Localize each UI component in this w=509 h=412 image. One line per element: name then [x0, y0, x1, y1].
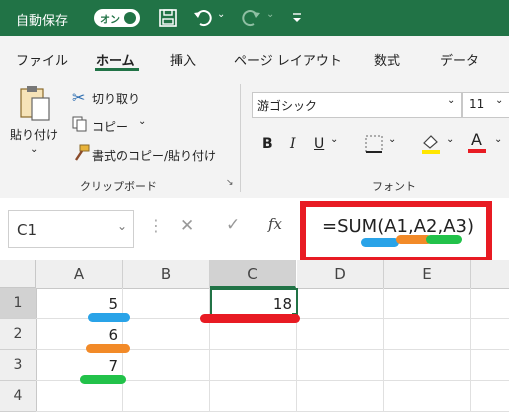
- grid-line: [470, 288, 471, 412]
- active-tab-indicator: [95, 68, 139, 71]
- tab-insert[interactable]: 挿入: [170, 50, 196, 69]
- a2-highlight-mark: [86, 344, 130, 353]
- redo-dropdown-icon[interactable]: ⌄: [266, 9, 274, 20]
- column-header-b[interactable]: B: [123, 260, 210, 289]
- grid-line: [383, 288, 384, 412]
- cell-c1[interactable]: 18: [212, 295, 292, 313]
- undo-icon[interactable]: [192, 7, 214, 29]
- formula-text: =SUM(A1,A2,A3): [322, 216, 474, 237]
- font-group-label: フォント: [372, 180, 416, 193]
- copy-dropdown-icon[interactable]: ⌄: [138, 116, 146, 127]
- tab-page-layout[interactable]: ページ レイアウト: [234, 50, 342, 69]
- format-painter-icon: [75, 144, 90, 161]
- clipboard-group-label: クリップボード: [80, 180, 157, 193]
- insert-function-icon[interactable]: fx: [268, 215, 282, 233]
- borders-dropdown-icon[interactable]: ⌄: [388, 134, 396, 145]
- name-box-value: C1: [17, 221, 38, 239]
- tab-file[interactable]: ファイル: [16, 50, 68, 69]
- row-header-2[interactable]: 2: [0, 319, 37, 350]
- font-color-icon: A: [471, 130, 482, 149]
- borders-icon[interactable]: [364, 134, 384, 154]
- cell-a3[interactable]: 7: [38, 357, 118, 375]
- save-icon[interactable]: [158, 8, 178, 28]
- tab-formulas[interactable]: 数式: [374, 50, 400, 69]
- cell-a1[interactable]: 5: [38, 295, 118, 313]
- font-color-dropdown-icon[interactable]: ⌄: [494, 134, 502, 145]
- bold-button[interactable]: B: [262, 136, 273, 152]
- underline-dropdown-icon[interactable]: ⌄: [330, 134, 338, 145]
- a1-reference-highlight: [361, 238, 399, 247]
- italic-button[interactable]: I: [290, 136, 296, 152]
- row-header-3[interactable]: 3: [0, 350, 37, 381]
- a1-highlight-mark: [88, 313, 130, 322]
- tab-home[interactable]: ホーム: [96, 50, 135, 69]
- enter-icon[interactable]: ✓: [226, 215, 240, 235]
- toggle-label: オン: [100, 15, 120, 26]
- group-divider: [240, 84, 241, 192]
- formula-input[interactable]: =SUM(A1,A2,A3): [300, 201, 492, 263]
- cancel-icon[interactable]: ✕: [180, 216, 194, 236]
- row-header-1[interactable]: 1: [0, 288, 37, 319]
- font-color-button[interactable]: A: [466, 130, 490, 154]
- a3-reference-highlight: [426, 235, 462, 244]
- a3-highlight-mark: [80, 375, 126, 384]
- chevron-down-icon: ⌄: [495, 95, 504, 106]
- column-header-e[interactable]: E: [384, 260, 471, 289]
- toggle-knob: [124, 12, 136, 24]
- paste-label: 貼り付け: [10, 128, 59, 142]
- font-color-swatch: [468, 149, 486, 153]
- column-header-c[interactable]: C: [210, 260, 296, 288]
- chevron-down-icon: ⌄: [117, 219, 128, 233]
- column-header-partial[interactable]: [471, 260, 509, 289]
- autosave-toggle[interactable]: オン: [94, 9, 140, 27]
- paste-button[interactable]: 貼り付け ⌄: [10, 84, 60, 174]
- chevron-down-icon: ⌄: [447, 95, 456, 106]
- tab-data[interactable]: データ: [440, 50, 479, 69]
- font-size-select[interactable]: 11 ⌄: [462, 92, 509, 118]
- font-name-value: 游ゴシック: [257, 99, 318, 113]
- font-size-value: 11: [469, 97, 485, 111]
- customize-toolbar-icon[interactable]: [290, 11, 304, 25]
- cell-a2[interactable]: 6: [38, 326, 118, 344]
- clipboard-launcher-icon[interactable]: ↘: [226, 178, 234, 188]
- c1-highlight-mark: [200, 314, 300, 323]
- paste-icon: [20, 86, 50, 121]
- scissors-icon: ✂: [72, 88, 86, 107]
- paste-dropdown-icon[interactable]: ⌄: [30, 144, 38, 155]
- row-header-4[interactable]: 4: [0, 381, 37, 412]
- redo-icon[interactable]: [240, 7, 262, 29]
- autosave-label: 自動保存: [16, 14, 69, 29]
- column-header-d[interactable]: D: [297, 260, 384, 289]
- fill-color-icon[interactable]: [420, 132, 442, 154]
- undo-dropdown-icon[interactable]: ⌄: [217, 9, 225, 20]
- name-box[interactable]: C1 ⌄: [8, 210, 134, 248]
- select-all-corner[interactable]: [0, 260, 36, 288]
- format-painter-button[interactable]: 書式のコピー/貼り付け: [92, 147, 216, 164]
- copy-button[interactable]: コピー: [92, 118, 128, 135]
- cut-button[interactable]: 切り取り: [92, 90, 140, 107]
- underline-button[interactable]: U: [314, 136, 324, 152]
- font-name-select[interactable]: 游ゴシック ⌄: [252, 92, 462, 118]
- column-header-a[interactable]: A: [36, 260, 123, 289]
- fill-color-dropdown-icon[interactable]: ⌄: [446, 134, 454, 145]
- formula-bar-menu-icon: ⋮: [148, 216, 164, 235]
- copy-icon: [72, 116, 87, 132]
